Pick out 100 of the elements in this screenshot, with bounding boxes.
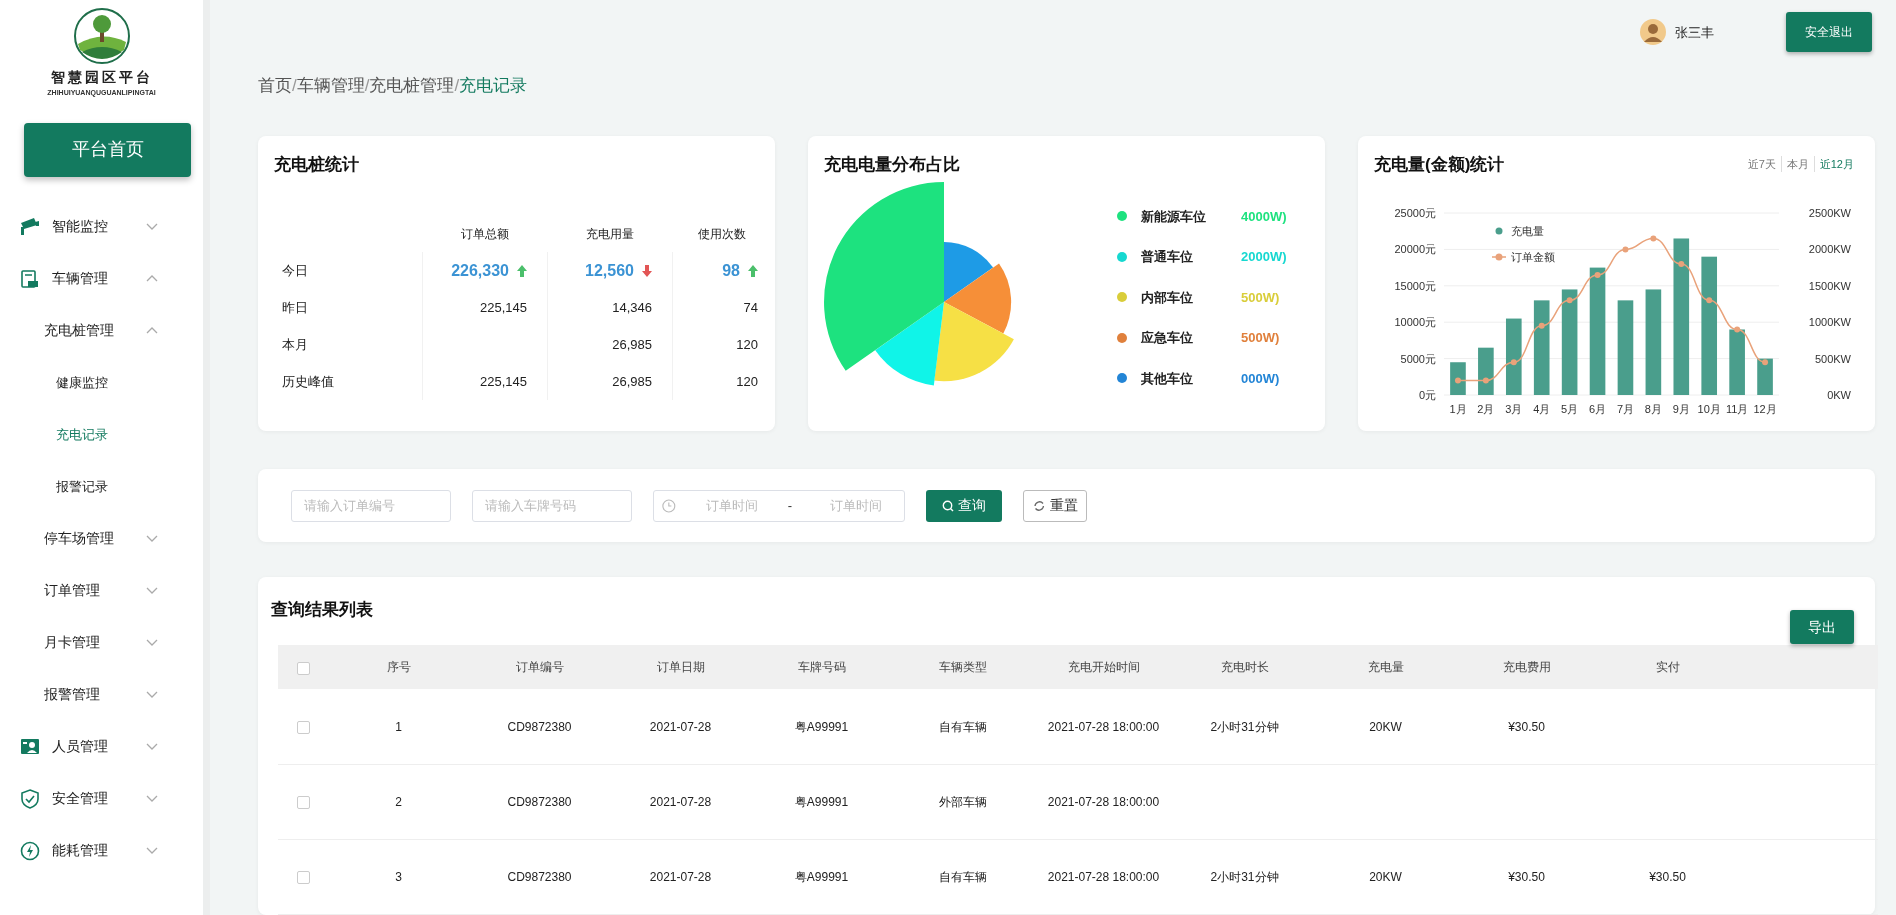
axis-label: 0元 (1418, 389, 1436, 402)
table-cell: 粤A99991 (794, 870, 849, 884)
axis-label: 1月 (1449, 403, 1467, 416)
row-checkbox[interactable] (296, 796, 310, 810)
sidebar-item[interactable]: 订单管理 (0, 564, 203, 617)
legend-label: 订单金额 (1511, 251, 1555, 264)
breadcrumb-link[interactable]: 首页 (258, 72, 292, 112)
axis-label: 6月 (1589, 403, 1607, 416)
home-button[interactable]: 平台首页 (24, 122, 191, 177)
stat-value: 12,560 (585, 260, 634, 281)
sidebar-item[interactable]: 人员管理 (0, 720, 203, 773)
reset-button[interactable]: 重置 (1023, 489, 1087, 522)
select-all-checkbox[interactable] (296, 661, 310, 675)
card-title: 查询结果列表 (271, 599, 373, 622)
sidebar-item[interactable]: 健康监控 (0, 356, 203, 409)
column-header: 实付 (1655, 660, 1680, 675)
breadcrumb-link[interactable]: 充电桩管理 (369, 72, 455, 112)
data-point (1762, 359, 1769, 366)
row-label: 本月 (282, 336, 308, 355)
card-title: 充电量(金额)统计 (1374, 153, 1505, 176)
sidebar-item[interactable]: 充电记录 (0, 408, 203, 461)
export-button[interactable]: 导出 (1790, 610, 1854, 645)
plate-number-field[interactable]: 请输入车牌号码 (472, 489, 632, 522)
table-cell: 2021-07-28 (649, 719, 712, 734)
legend-line-icon (1491, 253, 1507, 261)
stat-value: 225,145 (480, 373, 527, 392)
card-title: 充电电量分布占比 (824, 153, 961, 176)
legend-label: 其他车位 (1141, 369, 1194, 388)
legend-label: 充电量 (1511, 225, 1544, 238)
breadcrumb-separator: / (454, 74, 460, 97)
breadcrumb-link[interactable]: 车辆管理 (296, 72, 365, 112)
range-tab[interactable]: 近7天 (1742, 155, 1781, 173)
shield-icon (20, 788, 40, 809)
row-label: 历史峰值 (282, 373, 334, 392)
column-header: 序号 (386, 660, 411, 675)
table-cell: 2小时31分钟 (1210, 719, 1279, 734)
breadcrumb-separator: / (364, 74, 370, 97)
table-cell: 2021-07-28 18:00:00 (1047, 719, 1160, 734)
axis-label: 7月 (1616, 403, 1634, 416)
sidebar-item[interactable]: 报警管理 (0, 668, 203, 721)
axis-label: 2500KW (1808, 207, 1851, 220)
column-header: 订单日期 (656, 660, 705, 675)
table-cell: 2小时31分钟 (1210, 870, 1279, 884)
table-cell: 2021-07-28 (649, 870, 712, 884)
stat-value: 120 (736, 373, 758, 392)
table-cell: 2 (395, 795, 402, 809)
bar (1757, 359, 1773, 396)
stat-value: 74 (743, 299, 758, 318)
axis-label: 4月 (1533, 403, 1551, 416)
data-point (1650, 235, 1657, 242)
axis-label: 12月 (1753, 403, 1777, 416)
order-number-field[interactable]: 请输入订单编号 (291, 489, 451, 522)
axis-label: 9月 (1672, 403, 1690, 416)
vehicle-document-icon (20, 268, 40, 289)
column-header: 订单编号 (515, 660, 564, 675)
search-icon (942, 499, 954, 512)
data-point (1566, 297, 1573, 304)
axis-label: 8月 (1644, 403, 1662, 416)
sidebar-item[interactable]: 报警记录 (0, 460, 203, 513)
data-point (1678, 261, 1685, 268)
data-point (1622, 246, 1629, 253)
column-header: 使用次数 (698, 225, 746, 243)
axis-label: 5月 (1561, 403, 1579, 416)
axis-label: 15000元 (1394, 280, 1436, 293)
breadcrumb-separator: / (292, 74, 297, 97)
column-header: 充电费用 (1502, 660, 1551, 675)
legend-value: 000W) (1241, 369, 1280, 388)
column-header: 订单总额 (460, 225, 509, 243)
legend-value: 500W) (1241, 288, 1280, 307)
legend-value: 4000W) (1241, 207, 1287, 226)
stat-value: 26,985 (612, 373, 652, 392)
bar (1729, 329, 1745, 396)
sidebar-item[interactable]: 停车场管理 (0, 512, 203, 565)
table-cell: 2021-07-28 18:00:00 (1047, 795, 1160, 809)
stat-value: 120 (736, 336, 758, 355)
person-card-icon (20, 736, 40, 757)
column-header: 车牌号码 (797, 660, 846, 675)
sidebar-item[interactable]: 充电桩管理 (0, 304, 203, 357)
table-cell: 1 (395, 719, 402, 734)
axis-label: 2月 (1477, 403, 1495, 416)
sidebar-item[interactable]: 能耗管理 (0, 824, 203, 877)
sidebar-item[interactable]: 月卡管理 (0, 616, 203, 669)
refresh-icon (1032, 499, 1046, 512)
range-separator: - (787, 496, 792, 515)
sidebar-item[interactable]: 车辆管理 (0, 252, 203, 305)
search-button[interactable]: 查询 (926, 489, 1002, 522)
column-header: 充电量 (1367, 660, 1404, 675)
range-tab[interactable]: 近12月 (1813, 155, 1859, 173)
legend-value: 2000W) (1241, 248, 1287, 267)
range-tab[interactable]: 本月 (1780, 155, 1814, 173)
row-checkbox[interactable] (296, 871, 310, 885)
table-cell: ¥30.50 (1508, 870, 1545, 884)
sidebar-item[interactable]: 智能监控 (0, 200, 203, 253)
date-range-field[interactable]: 订单时间 - 订单时间 (653, 489, 905, 522)
breadcrumb-current: 充电记录 (459, 74, 528, 97)
row-checkbox[interactable] (296, 721, 310, 735)
sidebar-item[interactable]: 安全管理 (0, 772, 203, 825)
column-header: 充电用量 (585, 225, 634, 243)
logout-button[interactable]: 安全退出 (1786, 12, 1872, 53)
table-cell: 20KW (1369, 719, 1402, 734)
